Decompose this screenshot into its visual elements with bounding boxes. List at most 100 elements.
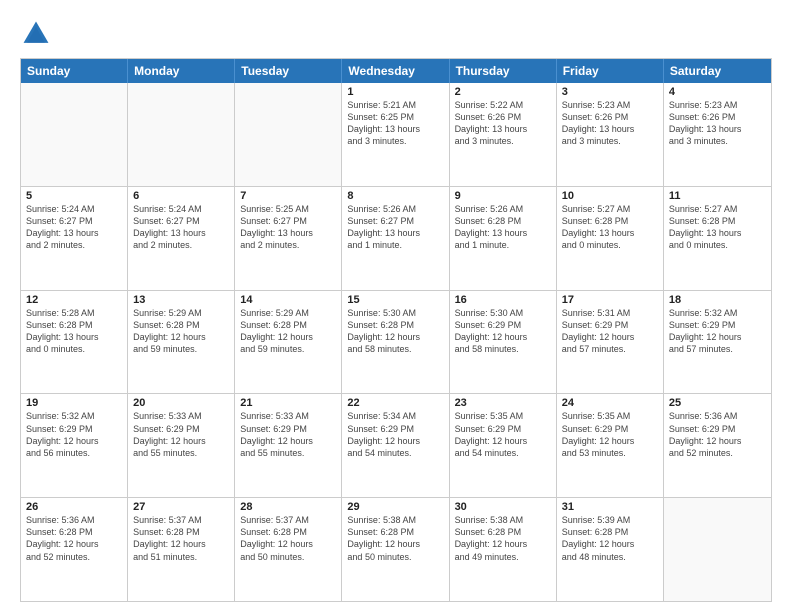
day-cell: 16Sunrise: 5:30 AM Sunset: 6:29 PM Dayli… <box>450 291 557 394</box>
day-header-tuesday: Tuesday <box>235 59 342 83</box>
day-number: 14 <box>240 294 336 306</box>
day-cell: 13Sunrise: 5:29 AM Sunset: 6:28 PM Dayli… <box>128 291 235 394</box>
day-info: Sunrise: 5:27 AM Sunset: 6:28 PM Dayligh… <box>669 203 766 252</box>
day-header-wednesday: Wednesday <box>342 59 449 83</box>
day-info: Sunrise: 5:31 AM Sunset: 6:29 PM Dayligh… <box>562 307 658 356</box>
day-number: 23 <box>455 397 551 409</box>
day-cell <box>235 83 342 186</box>
day-info: Sunrise: 5:27 AM Sunset: 6:28 PM Dayligh… <box>562 203 658 252</box>
week-row-3: 12Sunrise: 5:28 AM Sunset: 6:28 PM Dayli… <box>21 290 771 394</box>
logo <box>20 18 56 50</box>
day-info: Sunrise: 5:35 AM Sunset: 6:29 PM Dayligh… <box>455 410 551 459</box>
day-info: Sunrise: 5:33 AM Sunset: 6:29 PM Dayligh… <box>133 410 229 459</box>
day-cell: 8Sunrise: 5:26 AM Sunset: 6:27 PM Daylig… <box>342 187 449 290</box>
calendar: SundayMondayTuesdayWednesdayThursdayFrid… <box>20 58 772 602</box>
day-headers: SundayMondayTuesdayWednesdayThursdayFrid… <box>21 59 771 83</box>
day-info: Sunrise: 5:23 AM Sunset: 6:26 PM Dayligh… <box>562 99 658 148</box>
day-number: 15 <box>347 294 443 306</box>
day-cell <box>128 83 235 186</box>
header <box>20 18 772 50</box>
day-number: 27 <box>133 501 229 513</box>
day-info: Sunrise: 5:24 AM Sunset: 6:27 PM Dayligh… <box>26 203 122 252</box>
day-info: Sunrise: 5:21 AM Sunset: 6:25 PM Dayligh… <box>347 99 443 148</box>
day-number: 26 <box>26 501 122 513</box>
day-cell: 27Sunrise: 5:37 AM Sunset: 6:28 PM Dayli… <box>128 498 235 601</box>
day-number: 1 <box>347 86 443 98</box>
day-info: Sunrise: 5:32 AM Sunset: 6:29 PM Dayligh… <box>669 307 766 356</box>
day-cell <box>21 83 128 186</box>
day-number: 25 <box>669 397 766 409</box>
day-cell: 18Sunrise: 5:32 AM Sunset: 6:29 PM Dayli… <box>664 291 771 394</box>
day-header-monday: Monday <box>128 59 235 83</box>
day-cell: 5Sunrise: 5:24 AM Sunset: 6:27 PM Daylig… <box>21 187 128 290</box>
day-cell: 30Sunrise: 5:38 AM Sunset: 6:28 PM Dayli… <box>450 498 557 601</box>
day-info: Sunrise: 5:38 AM Sunset: 6:28 PM Dayligh… <box>347 514 443 563</box>
day-number: 11 <box>669 190 766 202</box>
day-cell: 31Sunrise: 5:39 AM Sunset: 6:28 PM Dayli… <box>557 498 664 601</box>
day-info: Sunrise: 5:35 AM Sunset: 6:29 PM Dayligh… <box>562 410 658 459</box>
day-cell: 23Sunrise: 5:35 AM Sunset: 6:29 PM Dayli… <box>450 394 557 497</box>
week-row-5: 26Sunrise: 5:36 AM Sunset: 6:28 PM Dayli… <box>21 497 771 601</box>
day-cell: 24Sunrise: 5:35 AM Sunset: 6:29 PM Dayli… <box>557 394 664 497</box>
day-number: 21 <box>240 397 336 409</box>
day-cell: 17Sunrise: 5:31 AM Sunset: 6:29 PM Dayli… <box>557 291 664 394</box>
day-number: 18 <box>669 294 766 306</box>
day-cell: 14Sunrise: 5:29 AM Sunset: 6:28 PM Dayli… <box>235 291 342 394</box>
day-cell: 3Sunrise: 5:23 AM Sunset: 6:26 PM Daylig… <box>557 83 664 186</box>
day-cell: 22Sunrise: 5:34 AM Sunset: 6:29 PM Dayli… <box>342 394 449 497</box>
day-info: Sunrise: 5:33 AM Sunset: 6:29 PM Dayligh… <box>240 410 336 459</box>
weeks: 1Sunrise: 5:21 AM Sunset: 6:25 PM Daylig… <box>21 83 771 601</box>
day-cell: 19Sunrise: 5:32 AM Sunset: 6:29 PM Dayli… <box>21 394 128 497</box>
day-number: 6 <box>133 190 229 202</box>
day-info: Sunrise: 5:30 AM Sunset: 6:29 PM Dayligh… <box>455 307 551 356</box>
day-info: Sunrise: 5:36 AM Sunset: 6:29 PM Dayligh… <box>669 410 766 459</box>
day-cell: 1Sunrise: 5:21 AM Sunset: 6:25 PM Daylig… <box>342 83 449 186</box>
day-number: 17 <box>562 294 658 306</box>
day-number: 29 <box>347 501 443 513</box>
week-row-4: 19Sunrise: 5:32 AM Sunset: 6:29 PM Dayli… <box>21 393 771 497</box>
day-info: Sunrise: 5:28 AM Sunset: 6:28 PM Dayligh… <box>26 307 122 356</box>
day-cell: 11Sunrise: 5:27 AM Sunset: 6:28 PM Dayli… <box>664 187 771 290</box>
day-info: Sunrise: 5:29 AM Sunset: 6:28 PM Dayligh… <box>240 307 336 356</box>
day-number: 3 <box>562 86 658 98</box>
day-info: Sunrise: 5:26 AM Sunset: 6:28 PM Dayligh… <box>455 203 551 252</box>
page: SundayMondayTuesdayWednesdayThursdayFrid… <box>0 0 792 612</box>
day-cell: 25Sunrise: 5:36 AM Sunset: 6:29 PM Dayli… <box>664 394 771 497</box>
day-header-friday: Friday <box>557 59 664 83</box>
day-number: 19 <box>26 397 122 409</box>
day-number: 20 <box>133 397 229 409</box>
day-info: Sunrise: 5:26 AM Sunset: 6:27 PM Dayligh… <box>347 203 443 252</box>
day-info: Sunrise: 5:37 AM Sunset: 6:28 PM Dayligh… <box>240 514 336 563</box>
day-number: 30 <box>455 501 551 513</box>
day-header-sunday: Sunday <box>21 59 128 83</box>
day-cell: 28Sunrise: 5:37 AM Sunset: 6:28 PM Dayli… <box>235 498 342 601</box>
day-info: Sunrise: 5:34 AM Sunset: 6:29 PM Dayligh… <box>347 410 443 459</box>
day-cell: 12Sunrise: 5:28 AM Sunset: 6:28 PM Dayli… <box>21 291 128 394</box>
day-info: Sunrise: 5:36 AM Sunset: 6:28 PM Dayligh… <box>26 514 122 563</box>
day-number: 8 <box>347 190 443 202</box>
day-cell <box>664 498 771 601</box>
logo-icon <box>20 18 52 50</box>
day-info: Sunrise: 5:29 AM Sunset: 6:28 PM Dayligh… <box>133 307 229 356</box>
day-cell: 4Sunrise: 5:23 AM Sunset: 6:26 PM Daylig… <box>664 83 771 186</box>
day-number: 7 <box>240 190 336 202</box>
day-info: Sunrise: 5:30 AM Sunset: 6:28 PM Dayligh… <box>347 307 443 356</box>
day-number: 31 <box>562 501 658 513</box>
day-info: Sunrise: 5:24 AM Sunset: 6:27 PM Dayligh… <box>133 203 229 252</box>
day-info: Sunrise: 5:25 AM Sunset: 6:27 PM Dayligh… <box>240 203 336 252</box>
day-number: 10 <box>562 190 658 202</box>
day-info: Sunrise: 5:39 AM Sunset: 6:28 PM Dayligh… <box>562 514 658 563</box>
day-info: Sunrise: 5:37 AM Sunset: 6:28 PM Dayligh… <box>133 514 229 563</box>
day-cell: 21Sunrise: 5:33 AM Sunset: 6:29 PM Dayli… <box>235 394 342 497</box>
day-cell: 15Sunrise: 5:30 AM Sunset: 6:28 PM Dayli… <box>342 291 449 394</box>
day-number: 12 <box>26 294 122 306</box>
day-info: Sunrise: 5:22 AM Sunset: 6:26 PM Dayligh… <box>455 99 551 148</box>
day-info: Sunrise: 5:32 AM Sunset: 6:29 PM Dayligh… <box>26 410 122 459</box>
day-cell: 9Sunrise: 5:26 AM Sunset: 6:28 PM Daylig… <box>450 187 557 290</box>
day-info: Sunrise: 5:23 AM Sunset: 6:26 PM Dayligh… <box>669 99 766 148</box>
day-cell: 10Sunrise: 5:27 AM Sunset: 6:28 PM Dayli… <box>557 187 664 290</box>
day-number: 9 <box>455 190 551 202</box>
day-cell: 20Sunrise: 5:33 AM Sunset: 6:29 PM Dayli… <box>128 394 235 497</box>
day-info: Sunrise: 5:38 AM Sunset: 6:28 PM Dayligh… <box>455 514 551 563</box>
day-number: 5 <box>26 190 122 202</box>
